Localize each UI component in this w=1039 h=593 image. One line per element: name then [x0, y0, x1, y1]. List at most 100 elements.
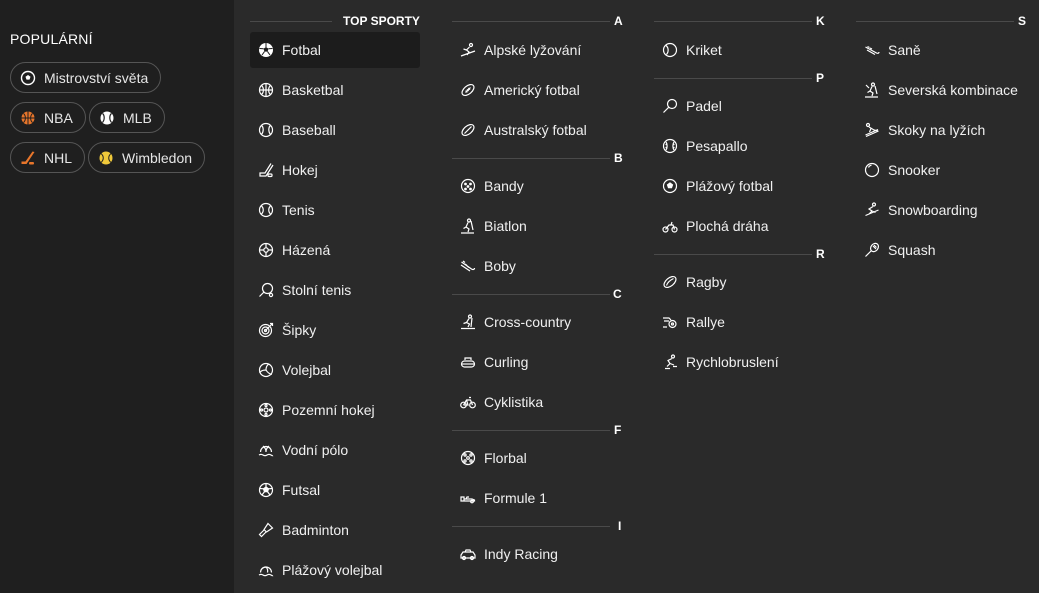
sport-item-pesapallo[interactable]: Pesapallo	[654, 128, 826, 164]
sport-item-futsal[interactable]: Futsal	[250, 472, 420, 508]
sport-item-formule-1[interactable]: Formule 1	[452, 480, 624, 516]
sport-label: Tenis	[282, 202, 315, 218]
divider	[654, 254, 812, 255]
sport-item-hazena[interactable]: Házená	[250, 232, 420, 268]
rally-icon	[662, 314, 678, 330]
sport-item-volejbal[interactable]: Volejbal	[250, 352, 420, 388]
sport-item-florbal[interactable]: Florbal	[452, 440, 624, 476]
soccer-ball-icon	[20, 70, 36, 86]
divider	[452, 430, 610, 431]
sport-item-squash[interactable]: Squash	[856, 232, 1032, 268]
race-car-icon	[460, 546, 476, 562]
sport-item-badminton[interactable]: Badminton	[250, 512, 420, 548]
sport-label: Kriket	[686, 42, 722, 58]
handball-icon	[258, 242, 274, 258]
speedway-motorbike-icon	[662, 218, 678, 234]
sport-item-alpske-lyzovani[interactable]: Alpské lyžování	[452, 32, 624, 68]
biathlon-icon	[460, 218, 476, 234]
sport-item-australsky-fotbal[interactable]: Australský fotbal	[452, 112, 624, 148]
sport-item-biatlon[interactable]: Biatlon	[452, 208, 624, 244]
sport-label: Saně	[888, 42, 921, 58]
sport-label: Plážový fotbal	[686, 178, 774, 194]
sport-item-cyklistika[interactable]: Cyklistika	[452, 384, 624, 420]
section-letter-s: S	[1018, 14, 1027, 28]
chip-mistrovstvi-sveta[interactable]: Mistrovství světa	[10, 62, 162, 93]
sport-label: Snooker	[888, 162, 941, 178]
section-letter-a: A	[614, 14, 623, 28]
sport-item-padel[interactable]: Padel	[654, 88, 826, 124]
sport-label: Cyklistika	[484, 394, 544, 410]
chip-wimbledon[interactable]: Wimbledon	[88, 142, 206, 173]
sport-item-rallye[interactable]: Rallye	[654, 304, 826, 340]
sport-item-sipky[interactable]: Šipky	[250, 312, 420, 348]
sport-label: Rallye	[686, 314, 725, 330]
sport-item-basketbal[interactable]: Basketbal	[250, 72, 420, 108]
sport-item-curling[interactable]: Curling	[452, 344, 624, 380]
cricket-ball-icon	[662, 42, 678, 58]
sport-item-ragby[interactable]: Ragby	[654, 264, 826, 300]
sport-item-hokej[interactable]: Hokej	[250, 152, 420, 188]
sport-item-baseball[interactable]: Baseball	[250, 112, 420, 148]
cross-country-skiing-icon	[460, 314, 476, 330]
luge-sled-icon	[864, 42, 880, 58]
sport-label: Biatlon	[484, 218, 527, 234]
sport-item-sane[interactable]: Saně	[856, 32, 1032, 68]
sport-label: Pesapallo	[686, 138, 748, 154]
sport-item-fotbal[interactable]: Fotbal	[250, 32, 420, 68]
ski-jumping-icon	[864, 122, 880, 138]
nordic-combined-icon	[864, 82, 880, 98]
tennis-ball-icon	[98, 150, 114, 166]
field-hockey-icon	[258, 402, 274, 418]
sport-item-vodni-polo[interactable]: Vodní pólo	[250, 432, 420, 468]
sport-item-severska-kombinace[interactable]: Severská kombinace	[856, 72, 1032, 108]
section-letter-b: B	[614, 151, 623, 165]
sport-item-skoky-na-lyzich[interactable]: Skoky na lyžích	[856, 112, 1032, 148]
chip-label: Mistrovství světa	[44, 69, 149, 86]
popular-title: POPULÁRNÍ	[10, 31, 93, 47]
chip-mlb[interactable]: MLB	[89, 102, 165, 133]
sport-item-plocha-draha[interactable]: Plochá dráha	[654, 208, 826, 244]
floorball-icon	[460, 450, 476, 466]
sport-item-kriket[interactable]: Kriket	[654, 32, 826, 68]
sport-label: Florbal	[484, 450, 527, 466]
sport-label: Volejbal	[282, 362, 332, 378]
chip-nhl[interactable]: NHL	[10, 142, 86, 173]
divider	[452, 526, 610, 527]
sport-item-bandy[interactable]: Bandy	[452, 168, 624, 204]
sport-item-indy-racing[interactable]: Indy Racing	[452, 536, 624, 572]
sport-item-rychlobrusleni[interactable]: Rychlobruslení	[654, 344, 826, 380]
sport-item-tenis[interactable]: Tenis	[250, 192, 420, 228]
popular-sidebar: POPULÁRNÍ Mistrovství světa NBA MLB NHL …	[0, 0, 234, 593]
sport-item-snooker[interactable]: Snooker	[856, 152, 1032, 188]
sport-label: Bandy	[484, 178, 524, 194]
sport-label: Curling	[484, 354, 529, 370]
beach-volleyball-icon	[258, 562, 274, 578]
sport-label: Indy Racing	[484, 546, 558, 562]
sport-item-plazovy-fotbal[interactable]: Plážový fotbal	[654, 168, 826, 204]
chip-label: NBA	[44, 109, 73, 126]
sport-item-boby[interactable]: Boby	[452, 248, 624, 284]
badminton-icon	[258, 522, 274, 538]
sport-item-americky-fotbal[interactable]: Americký fotbal	[452, 72, 624, 108]
sport-label: Basketbal	[282, 82, 344, 98]
sport-item-cross-country[interactable]: Cross-country	[452, 304, 624, 340]
section-letter-f: F	[614, 423, 622, 437]
divider	[856, 21, 1014, 22]
sport-label: Stolní tenis	[282, 282, 352, 298]
sport-item-snowboarding[interactable]: Snowboarding	[856, 192, 1032, 228]
sport-item-stolni-tenis[interactable]: Stolní tenis	[250, 272, 420, 308]
section-letter-r: R	[816, 247, 825, 261]
divider	[452, 21, 610, 22]
american-football-icon	[460, 82, 476, 98]
bandy-ball-icon	[460, 178, 476, 194]
basketball-icon	[20, 110, 36, 126]
water-polo-icon	[258, 442, 274, 458]
chip-nba[interactable]: NBA	[10, 102, 86, 133]
sport-label: Ragby	[686, 274, 727, 290]
sport-label: Severská kombinace	[888, 82, 1018, 98]
formula-car-icon	[460, 490, 476, 506]
sport-item-pozemni-hokej[interactable]: Pozemní hokej	[250, 392, 420, 428]
futsal-ball-icon	[258, 482, 274, 498]
sport-item-plazovy-volejbal[interactable]: Plážový volejbal	[250, 552, 420, 588]
alpine-skiing-icon	[460, 42, 476, 58]
